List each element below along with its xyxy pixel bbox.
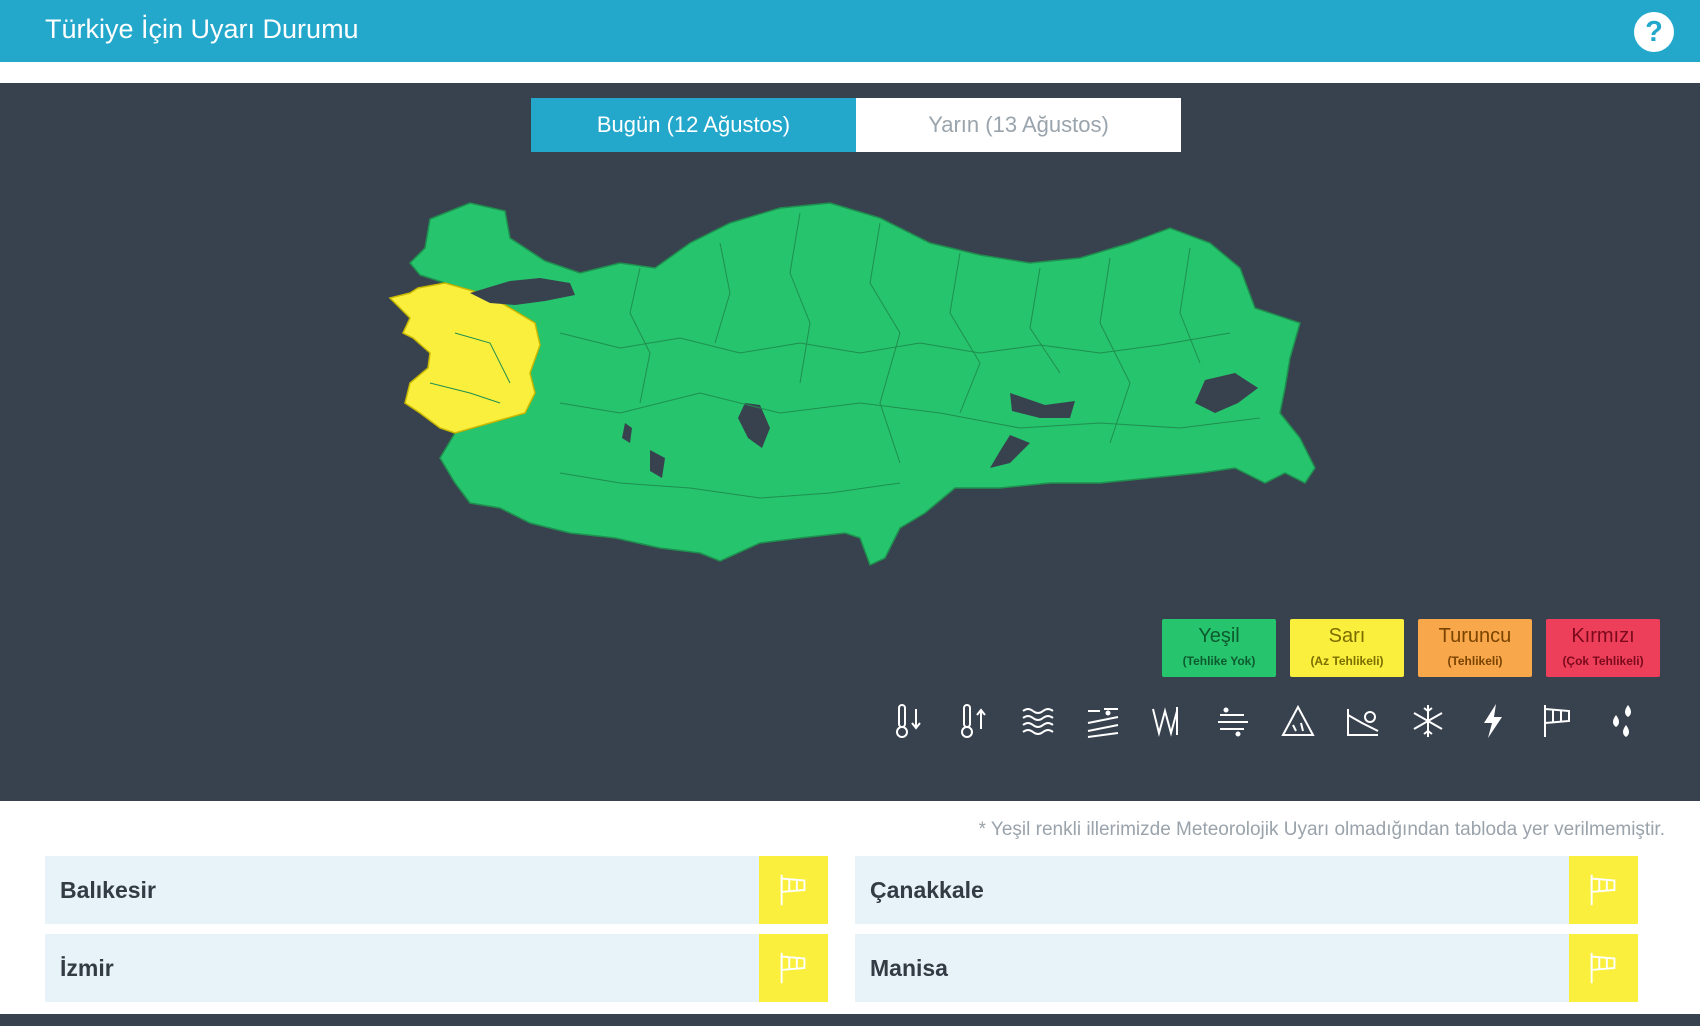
dust-icon[interactable] (1082, 699, 1124, 743)
legend-green-name: Yeşil (1198, 625, 1240, 647)
province-name: İzmir (60, 955, 114, 981)
page-title: Türkiye İçin Uyarı Durumu (45, 14, 359, 44)
header-bar: Türkiye İçin Uyarı Durumu ? (0, 0, 1700, 62)
avalanche-icon[interactable] (1147, 699, 1189, 743)
legend-yellow-name: Sarı (1328, 625, 1366, 647)
windsock-icon[interactable] (1537, 699, 1579, 743)
legend-orange-desc: (Tehlikeli) (1447, 654, 1503, 668)
legend-red-desc: (Çok Tehlikeli) (1562, 654, 1644, 668)
province-name: Manisa (870, 955, 948, 981)
footer-bar (0, 1014, 1700, 1026)
warning-level-badge[interactable] (1569, 934, 1638, 1002)
legend-orange-name: Turuncu (1438, 625, 1512, 647)
green-provinces-note: * Yeşil renkli illerimizde Meteorolojik … (978, 819, 1665, 840)
legend-red: Kırmızı (Çok Tehlikeli) (1546, 619, 1660, 677)
flood-icon[interactable] (1342, 699, 1384, 743)
windsock-icon (780, 952, 805, 984)
legend-red-name: Kırmızı (1571, 625, 1635, 647)
province-name: Çanakkale (870, 877, 984, 903)
legend-orange: Turuncu (Tehlikeli) (1418, 619, 1532, 677)
warning-legend: Yeşil (Tehlike Yok) Sarı (Az Tehlikeli) … (1162, 619, 1660, 677)
landslide-icon[interactable] (1277, 699, 1319, 743)
windsock-icon (1590, 874, 1615, 906)
lightning-icon[interactable] (1472, 699, 1514, 743)
map-panel: Bugün (12 Ağustos) Yarın (13 Ağustos) Ye… (0, 83, 1700, 801)
province-row-izmir[interactable]: İzmir (45, 934, 828, 1002)
warning-level-badge[interactable] (759, 856, 828, 924)
cold-thermometer-icon[interactable] (887, 699, 929, 743)
province-row-balikesir[interactable]: Balıkesir (45, 856, 828, 924)
legend-yellow: Sarı (Az Tehlikeli) (1290, 619, 1404, 677)
hazard-icon-bar (887, 699, 1644, 743)
province-row-canakkale[interactable]: Çanakkale (855, 856, 1638, 924)
help-button[interactable]: ? (1634, 12, 1674, 52)
legend-green-desc: (Tehlike Yok) (1182, 654, 1256, 668)
rain-icon[interactable] (1602, 699, 1644, 743)
windsock-icon (1590, 952, 1615, 984)
legend-yellow-desc: (Az Tehlikeli) (1310, 654, 1384, 668)
province-name: Balıkesir (60, 877, 156, 903)
legend-green: Yeşil (Tehlike Yok) (1162, 619, 1276, 677)
map-region-green[interactable] (408, 202, 1316, 567)
turkey-map[interactable] (0, 83, 1700, 801)
snow-icon[interactable] (1407, 699, 1449, 743)
hot-thermometer-icon[interactable] (952, 699, 994, 743)
province-row-manisa[interactable]: Manisa (855, 934, 1638, 1002)
wind-icon[interactable] (1212, 699, 1254, 743)
fog-icon[interactable] (1017, 699, 1059, 743)
warning-level-badge[interactable] (759, 934, 828, 1002)
windsock-icon (780, 874, 805, 906)
warning-level-badge[interactable] (1569, 856, 1638, 924)
